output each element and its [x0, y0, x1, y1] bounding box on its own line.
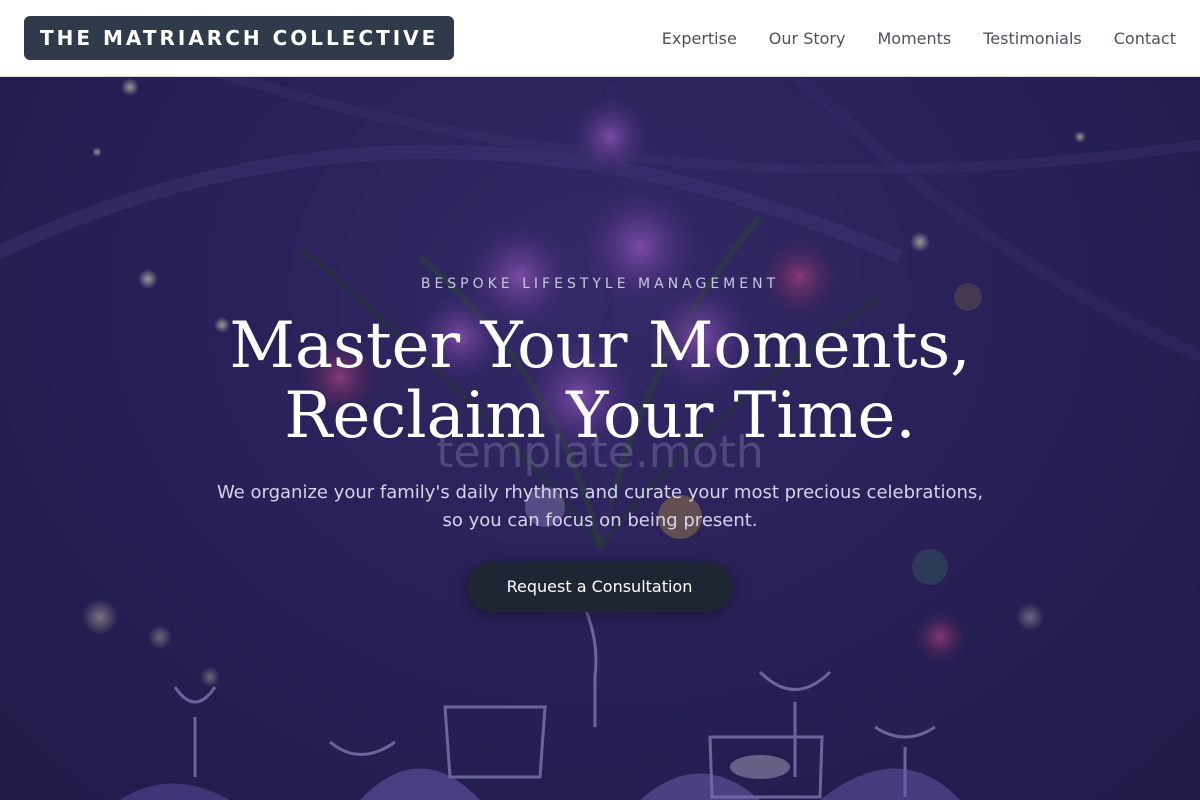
watermark-text: template.moth: [436, 427, 764, 478]
nav-link-contact[interactable]: Contact: [1114, 29, 1176, 48]
brand-logo[interactable]: THE MATRIARCH COLLECTIVE: [24, 16, 455, 60]
nav-link-moments[interactable]: Moments: [877, 29, 951, 48]
nav-link-expertise[interactable]: Expertise: [662, 29, 737, 48]
hero-content: BESPOKE LIFESTYLE MANAGEMENT Master Your…: [0, 77, 1200, 800]
request-consultation-button[interactable]: Request a Consultation: [467, 561, 732, 612]
hero-subtitle-line-1: We organize your family's daily rhythms …: [216, 482, 984, 503]
hero-section: BESPOKE LIFESTYLE MANAGEMENT Master Your…: [0, 77, 1200, 800]
hero-subtitle-line-2: so you can focus on being present.: [442, 510, 758, 531]
hero-eyebrow: BESPOKE LIFESTYLE MANAGEMENT: [420, 276, 780, 292]
nav-link-our-story[interactable]: Our Story: [769, 29, 846, 48]
nav-link-testimonials[interactable]: Testimonials: [983, 29, 1082, 48]
hero-headline-line-1: Master Your Moments,: [229, 309, 971, 383]
hero-subtitle: We organize your family's daily rhythms …: [150, 479, 1050, 535]
main-nav: Expertise Our Story Moments Testimonials…: [662, 29, 1176, 48]
site-header: THE MATRIARCH COLLECTIVE Expertise Our S…: [0, 0, 1200, 77]
